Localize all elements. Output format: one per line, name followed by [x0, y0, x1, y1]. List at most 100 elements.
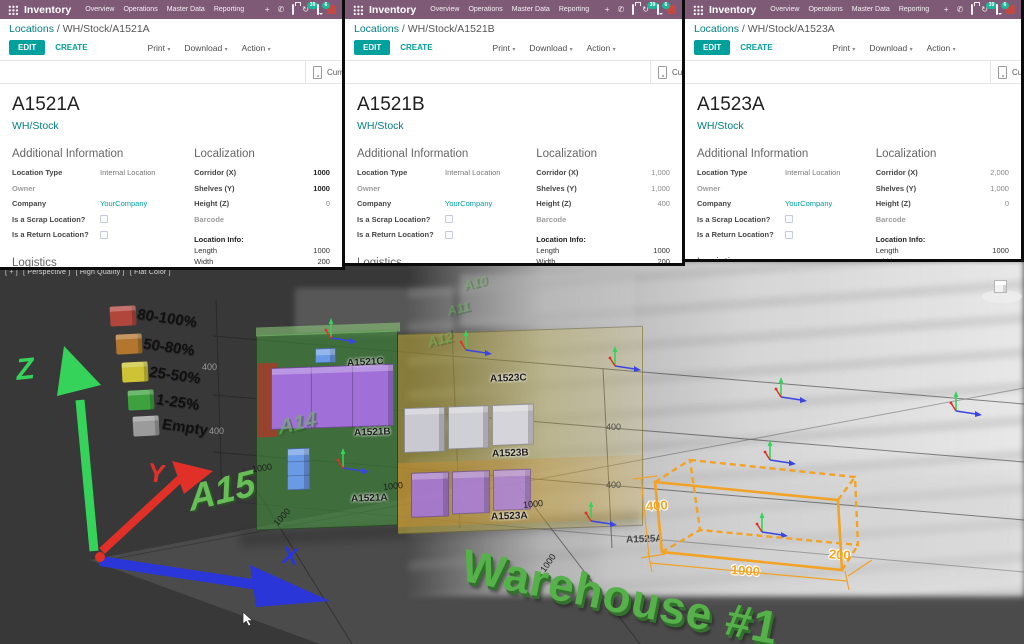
company-link[interactable]: YourCompany [785, 199, 832, 208]
menu-master-data[interactable]: Master Data [167, 6, 205, 13]
activities-icon[interactable]: ↻39 [642, 6, 649, 14]
edit-button[interactable]: EDIT [694, 40, 730, 55]
parent-location-link[interactable]: WH/Stock [357, 120, 670, 132]
field-label: Width [536, 256, 555, 266]
location-info-block: Location Info: Length1000 Width200 Heigh… [194, 235, 330, 271]
add-window-button[interactable]: [ + ] [5, 269, 18, 276]
apps-menu-icon[interactable] [693, 5, 703, 15]
download-dropdown[interactable]: Download ▾ [869, 43, 912, 53]
edit-button[interactable]: EDIT [354, 40, 390, 55]
breadcrumb-path: / WH/Stock/A1523A [742, 23, 835, 35]
height-z-value: 400 [657, 199, 670, 208]
location-info-block: Location Info: Length1000 Width200 Heigh… [876, 235, 1009, 263]
menu-operations[interactable]: Operations [468, 6, 502, 13]
odoo-window-a1521b: Inventory Overview Operations Master Dat… [345, 0, 685, 266]
menu-master-data[interactable]: Master Data [852, 6, 890, 13]
odoo-top-bar: Inventory Overview Operations Master Dat… [685, 0, 1021, 19]
phone-icon[interactable]: ✆ [957, 6, 964, 14]
flat-color-toggle[interactable]: [ Flat Color ] [130, 269, 171, 276]
menu-operations[interactable]: Operations [123, 6, 157, 13]
current-stock-button[interactable]: Current Stock [650, 61, 685, 83]
menu-master-data[interactable]: Master Data [512, 6, 550, 13]
action-dropdown[interactable]: Action ▾ [587, 43, 616, 53]
activities-icon[interactable]: ↻39 [981, 6, 988, 14]
parent-location-link[interactable]: WH/Stock [697, 120, 1009, 132]
field-label: Company [697, 199, 785, 208]
field-label: Company [357, 199, 445, 208]
download-dropdown[interactable]: Download ▾ [184, 43, 227, 53]
breadcrumb-path: / WH/Stock/A1521A [57, 23, 150, 35]
return-checkbox[interactable] [100, 231, 108, 239]
field-label: Barcode [194, 215, 224, 224]
field-label: Shelves (Y) [876, 184, 916, 193]
current-stock-button[interactable]: Current Stock [305, 61, 345, 83]
print-dropdown[interactable]: Print ▾ [833, 43, 856, 53]
create-button[interactable]: CREATE [400, 43, 432, 52]
current-stock-button[interactable]: Current Stock [990, 61, 1024, 83]
corridor-value: 1,000 [651, 168, 670, 177]
plus-icon[interactable]: + [944, 6, 949, 14]
menu-operations[interactable]: Operations [808, 6, 842, 13]
company-link[interactable]: YourCompany [100, 199, 147, 208]
field-label: Is a Return Location? [697, 230, 785, 239]
download-dropdown[interactable]: Download ▾ [529, 43, 572, 53]
plus-icon[interactable]: + [605, 6, 610, 14]
print-dropdown[interactable]: Print ▾ [493, 43, 516, 53]
plus-icon[interactable]: + [265, 6, 270, 14]
messages-icon[interactable]: 6 [657, 6, 659, 14]
menu-reporting[interactable]: Reporting [214, 6, 244, 13]
field-label: Barcode [876, 215, 906, 224]
menu-overview[interactable]: Overview [85, 6, 114, 13]
messages-icon[interactable]: 6 [996, 6, 998, 14]
breadcrumb-locations-link[interactable]: Locations [354, 23, 399, 35]
create-button[interactable]: CREATE [740, 43, 772, 52]
control-panel: EDIT CREATE Print ▾ Download ▾ Action ▾ [345, 37, 682, 60]
screen: A1521C A1521B A1521A A1523C A1523B A1523… [0, 0, 1024, 644]
edit-button[interactable]: EDIT [9, 40, 45, 55]
return-checkbox[interactable] [785, 231, 793, 239]
create-button[interactable]: CREATE [55, 43, 87, 52]
location-info-title: Location Info: [536, 235, 670, 244]
shelves-value: 1,000 [651, 184, 670, 193]
field-label: Owner [697, 184, 785, 193]
scrap-checkbox[interactable] [100, 215, 108, 223]
menu-overview[interactable]: Overview [770, 6, 799, 13]
section-logistics: Logistics [357, 257, 532, 266]
printer-icon[interactable] [971, 6, 973, 14]
menu-overview[interactable]: Overview [430, 6, 459, 13]
activities-icon[interactable]: ↻39 [302, 6, 309, 14]
phone-icon[interactable]: ✆ [618, 6, 625, 14]
printer-icon[interactable] [632, 6, 634, 14]
app-name[interactable]: Inventory [709, 4, 756, 16]
return-checkbox[interactable] [445, 231, 453, 239]
quality-toggle[interactable]: [ High Quality ] [76, 269, 125, 276]
company-link[interactable]: YourCompany [445, 199, 492, 208]
apps-menu-icon[interactable] [353, 5, 363, 15]
menu-reporting[interactable]: Reporting [899, 6, 929, 13]
action-dropdown[interactable]: Action ▾ [927, 43, 956, 53]
app-name[interactable]: Inventory [369, 4, 416, 16]
menu-reporting[interactable]: Reporting [559, 6, 589, 13]
parent-location-link[interactable]: WH/Stock [12, 120, 330, 132]
field-label: Is a Scrap Location? [697, 215, 785, 224]
breadcrumb-locations-link[interactable]: Locations [9, 23, 54, 35]
scrap-checkbox[interactable] [785, 215, 793, 223]
breadcrumb-locations-link[interactable]: Locations [694, 23, 739, 35]
app-name[interactable]: Inventory [24, 4, 71, 16]
phone-icon[interactable]: ✆ [278, 6, 285, 14]
field-label: Is a Scrap Location? [357, 215, 445, 224]
field-value: Internal Location [100, 168, 155, 177]
form-sheet: A1521A WH/Stock Additional Information L… [0, 84, 342, 270]
action-dropdown[interactable]: Action ▾ [242, 43, 271, 53]
apps-menu-icon[interactable] [8, 5, 18, 15]
printer-icon[interactable] [292, 6, 294, 14]
perspective-toggle[interactable]: [ Perspective ] [23, 269, 70, 276]
print-dropdown[interactable]: Print ▾ [148, 43, 171, 53]
field-label: Company [12, 199, 100, 208]
field-label: Shelves (Y) [536, 184, 576, 193]
messages-icon[interactable]: 6 [317, 6, 319, 14]
section-logistics: Logistics [697, 257, 872, 262]
scrap-checkbox[interactable] [445, 215, 453, 223]
warehouse-3d-view[interactable]: A1521C A1521B A1521A A1523C A1523B A1523… [0, 260, 1024, 644]
selection-box[interactable] [633, 460, 872, 590]
